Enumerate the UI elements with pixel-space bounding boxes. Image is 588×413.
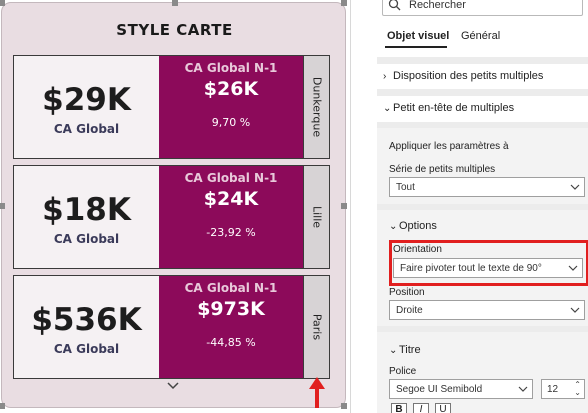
ca-global-n1-value: $24K bbox=[203, 188, 259, 210]
city-card[interactable]: $29K CA Global CA Global N-1 $26K 9,70 %… bbox=[13, 55, 330, 159]
city-card[interactable]: $536K CA Global CA Global N-1 $973K -44,… bbox=[13, 275, 330, 379]
section-label: Options bbox=[399, 220, 437, 232]
position-dropdown-value: Droite bbox=[396, 305, 423, 316]
search-box[interactable]: Rechercher bbox=[382, 0, 583, 16]
section-divider bbox=[377, 57, 588, 64]
active-tab-indicator bbox=[385, 46, 447, 48]
series-dropdown[interactable]: Tout bbox=[389, 177, 585, 197]
section-label: Disposition des petits multiples bbox=[393, 70, 544, 82]
section-title[interactable]: ⌄ Titre bbox=[389, 344, 421, 356]
apply-settings-label: Appliquer les paramètres à bbox=[389, 141, 509, 152]
chevron-down-icon bbox=[570, 184, 580, 190]
series-label: Série de petits multiples bbox=[389, 164, 496, 175]
app-root: STYLE CARTE $29K CA Global CA Global N-1… bbox=[0, 0, 588, 413]
chevron-down-icon: ⌄ bbox=[389, 221, 398, 232]
red-arrow-annotation-icon bbox=[309, 377, 325, 408]
city-card[interactable]: $18K CA Global CA Global N-1 $24K -23,92… bbox=[13, 165, 330, 269]
pane-divider bbox=[350, 0, 351, 413]
resize-handle-tl[interactable] bbox=[0, 0, 5, 6]
city-name: Lille bbox=[310, 205, 323, 229]
series-dropdown-value: Tout bbox=[396, 182, 415, 193]
ca-global-value: $536K bbox=[31, 302, 142, 338]
ca-global-label: CA Global bbox=[53, 122, 120, 136]
section-label: Petit en-tête de multiples bbox=[393, 102, 515, 114]
tab-general[interactable]: Général bbox=[461, 30, 500, 42]
section-divider bbox=[377, 89, 588, 96]
card-main-section: $18K CA Global bbox=[14, 166, 159, 268]
multiple-header: Lille bbox=[303, 166, 329, 268]
ca-global-n1-label: CA Global N-1 bbox=[184, 61, 278, 75]
chevron-down-icon bbox=[570, 307, 580, 313]
card-main-section: $536K CA Global bbox=[14, 276, 159, 378]
chevron-right-icon: › bbox=[383, 71, 387, 82]
card-comparison-section: CA Global N-1 $26K 9,70 % bbox=[159, 56, 303, 158]
chevron-down-icon bbox=[518, 386, 528, 392]
position-label: Position bbox=[389, 287, 425, 298]
resize-handle-br[interactable] bbox=[341, 403, 347, 409]
card-comparison-section: CA Global N-1 $973K -44,85 % bbox=[159, 276, 303, 378]
multiple-header: Dunkerque bbox=[303, 56, 329, 158]
resize-handle-tr[interactable] bbox=[341, 0, 347, 6]
resize-handle-ml[interactable] bbox=[0, 203, 5, 209]
position-dropdown[interactable]: Droite bbox=[389, 300, 585, 320]
card-main-section: $29K CA Global bbox=[14, 56, 159, 158]
format-tabs: Objet visuel Général bbox=[377, 28, 588, 52]
bold-button[interactable]: B bbox=[391, 403, 407, 413]
chevron-down-icon: ⌄ bbox=[389, 345, 398, 356]
ca-global-label: CA Global bbox=[53, 342, 120, 356]
underline-button[interactable]: U bbox=[435, 403, 451, 413]
chevron-down-icon: ⌄ bbox=[383, 103, 392, 114]
resize-handle-bl[interactable] bbox=[0, 403, 5, 409]
font-family-value: Segoe UI Semibold bbox=[396, 384, 483, 395]
tab-objet-visuel[interactable]: Objet visuel bbox=[387, 30, 449, 42]
format-pane: Rechercher Objet visuel Général › Disposi… bbox=[377, 0, 588, 413]
ca-global-n1-value: $26K bbox=[203, 78, 259, 100]
ca-global-value: $18K bbox=[42, 192, 131, 228]
font-family-dropdown[interactable]: Segoe UI Semibold bbox=[389, 379, 533, 399]
section-multiples-header[interactable]: ⌄ Petit en-tête de multiples bbox=[383, 102, 514, 114]
scroll-down-chevron-icon[interactable] bbox=[164, 380, 182, 392]
section-label: Titre bbox=[399, 344, 421, 356]
ca-global-n1-label: CA Global N-1 bbox=[184, 171, 278, 185]
resize-handle-mr[interactable] bbox=[341, 203, 347, 209]
city-name: Dunkerque bbox=[310, 76, 323, 138]
variation-percent: -44,85 % bbox=[206, 336, 256, 349]
resize-handle-tm[interactable] bbox=[172, 0, 178, 6]
ca-global-n1-label: CA Global N-1 bbox=[184, 281, 278, 295]
ca-global-n1-value: $973K bbox=[197, 298, 265, 320]
card-comparison-section: CA Global N-1 $24K -23,92 % bbox=[159, 166, 303, 268]
section-options[interactable]: ⌄ Options bbox=[389, 220, 437, 232]
section-small-multiples-layout[interactable]: › Disposition des petits multiples bbox=[383, 70, 543, 82]
font-size-value: 12 bbox=[547, 384, 559, 395]
orientation-highlight-box bbox=[389, 240, 588, 286]
variation-percent: -23,92 % bbox=[206, 226, 256, 239]
variation-percent: 9,70 % bbox=[211, 116, 251, 129]
visual-title: STYLE CARTE bbox=[116, 21, 233, 39]
multiple-header: Paris bbox=[303, 276, 329, 378]
search-placeholder: Rechercher bbox=[409, 0, 466, 11]
italic-button[interactable]: I bbox=[413, 403, 429, 413]
search-icon bbox=[388, 0, 401, 11]
card-visual[interactable]: STYLE CARTE $29K CA Global CA Global N-1… bbox=[0, 0, 347, 409]
ca-global-label: CA Global bbox=[53, 232, 120, 246]
font-size-stepper[interactable]: 12 ⌃ ⌄ bbox=[541, 379, 585, 399]
stepper-arrows-icon[interactable]: ⌃ ⌄ bbox=[574, 381, 581, 397]
city-name: Paris bbox=[310, 313, 323, 341]
font-label: Police bbox=[389, 366, 417, 377]
ca-global-value: $29K bbox=[42, 82, 131, 118]
